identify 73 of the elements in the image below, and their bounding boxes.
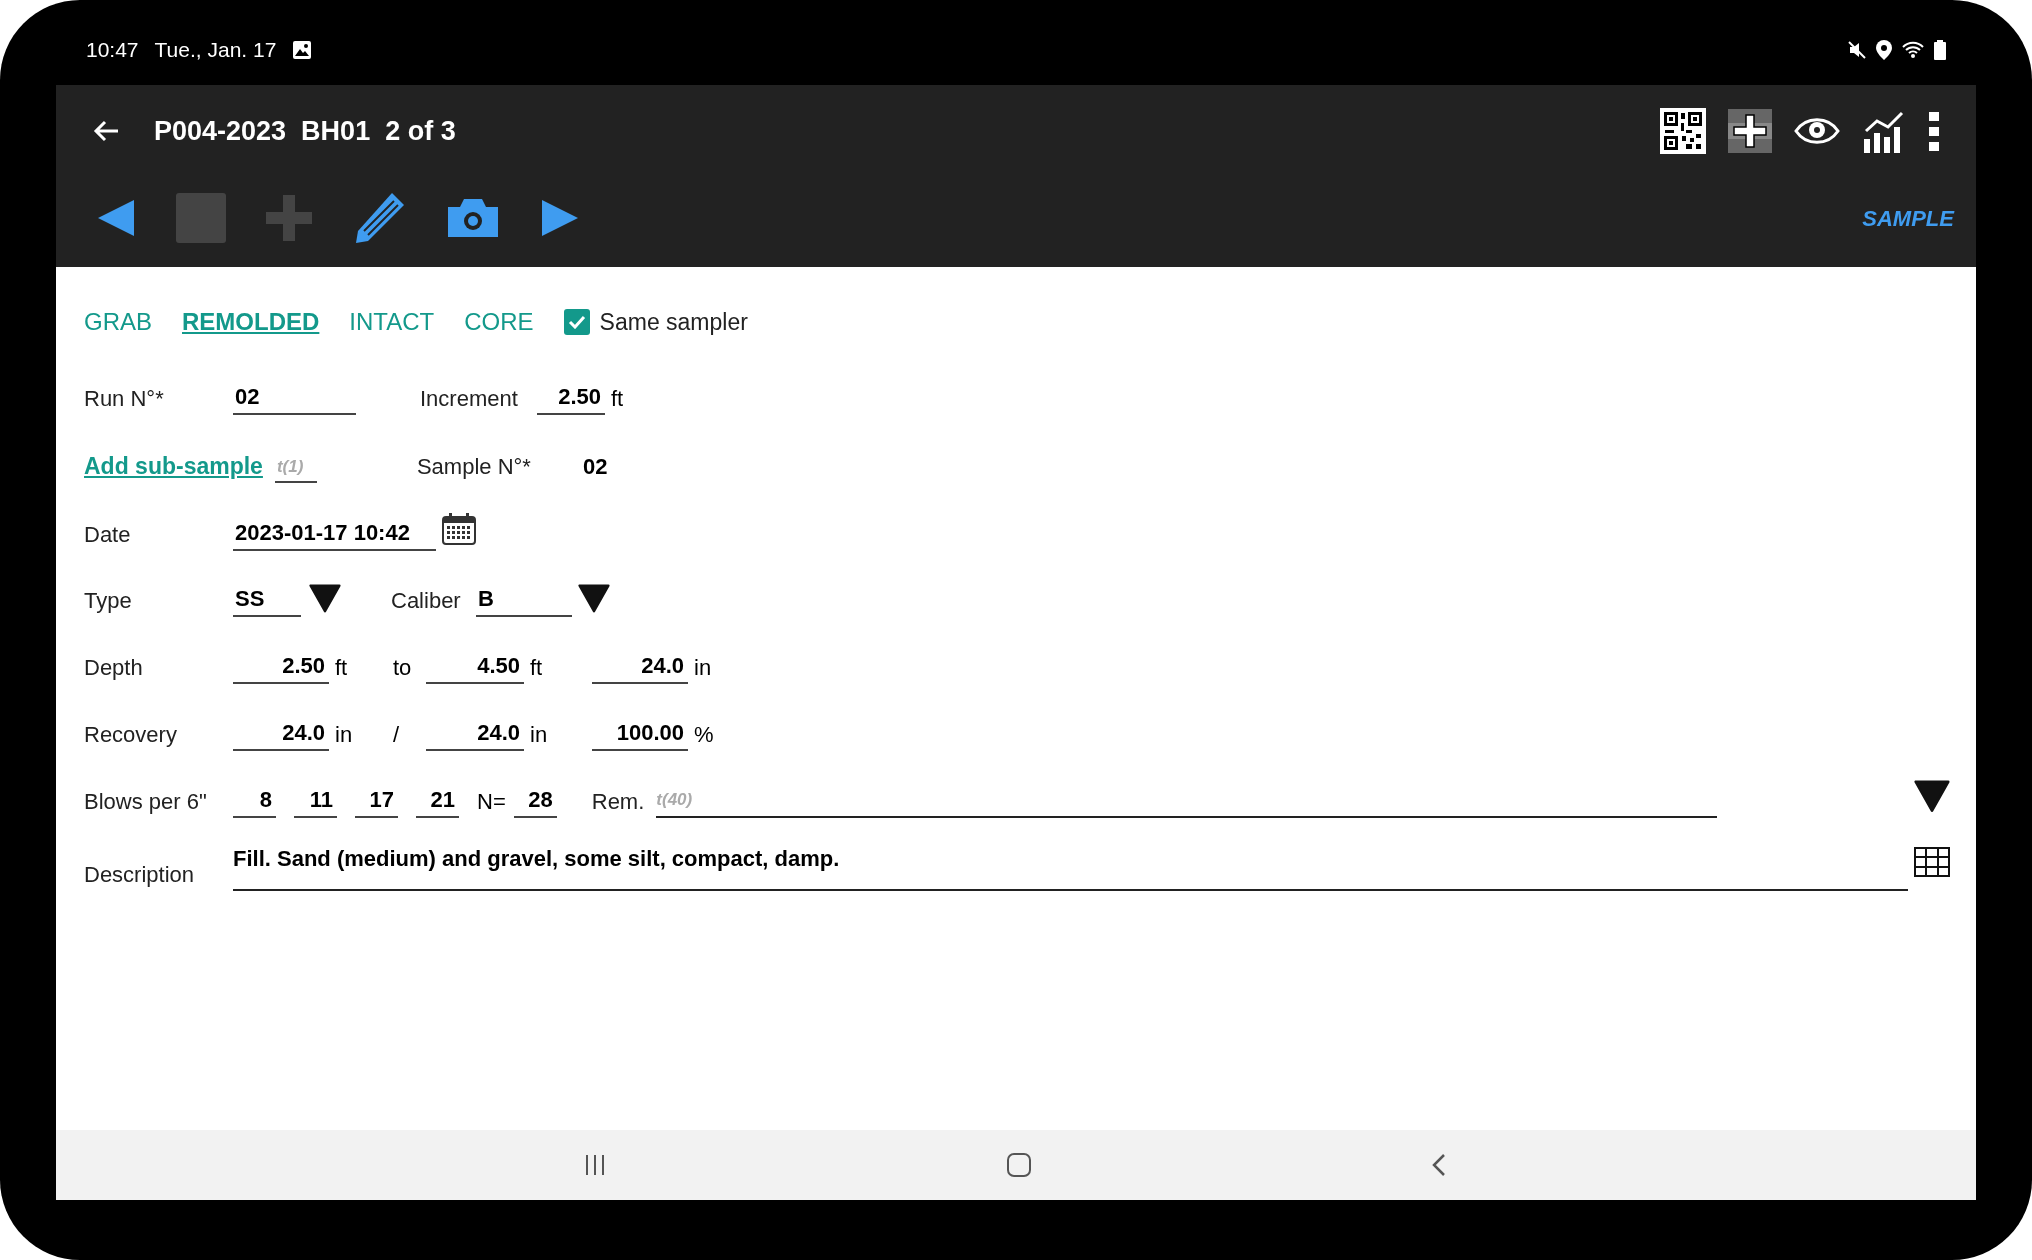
sample-type-tab[interactable]: CORE: [464, 304, 534, 340]
battery-icon: [1934, 39, 1946, 60]
chart-icon[interactable]: [1862, 109, 1906, 153]
blow-count-field[interactable]: 8: [233, 786, 276, 818]
back-arrow-icon[interactable]: [92, 119, 120, 143]
unit-label: ft: [335, 654, 348, 682]
unit-label: in: [335, 721, 353, 749]
add-sub-sample-link[interactable]: Add sub-sample: [84, 448, 263, 483]
run-number-field[interactable]: 02: [233, 383, 356, 415]
number-field[interactable]: 4.50: [426, 652, 524, 684]
unit-label: in: [694, 654, 712, 682]
location-icon: [1876, 39, 1892, 60]
description-field[interactable]: Fill. Sand (medium) and gravel, some silt, compact, damp.: [233, 842, 1908, 891]
sample-type-tab[interactable]: INTACT: [349, 304, 435, 340]
qr-code-icon[interactable]: [1660, 108, 1706, 154]
unit-label: ft: [530, 654, 543, 682]
recent-apps-icon[interactable]: [584, 1154, 606, 1176]
n-value-field[interactable]: 28: [513, 786, 557, 818]
status-date: Tue., Jan. 17: [154, 36, 277, 63]
ratio-separator: /: [393, 721, 401, 749]
caliber-dropdown[interactable]: B: [476, 585, 572, 617]
number-field[interactable]: 24.0: [426, 719, 524, 751]
image-icon: [292, 39, 313, 60]
field-label: Type: [84, 587, 133, 615]
add-icon[interactable]: [1728, 109, 1772, 153]
checkbox[interactable]: [563, 309, 590, 335]
field-label: Caliber: [391, 587, 462, 615]
mode-label: SAMPLE: [1862, 204, 1954, 233]
grid-icon[interactable]: [1914, 847, 1950, 877]
field-label: Depth: [84, 654, 144, 682]
number-field[interactable]: 2.50: [537, 383, 605, 415]
app-title: P004-2023 BH01 2 of 3: [154, 114, 456, 148]
number-field[interactable]: 24.0: [233, 719, 329, 751]
number-field[interactable]: 24.0: [592, 652, 688, 684]
number-field[interactable]: 100.00: [592, 719, 688, 751]
dropdown-arrow-icon[interactable]: [578, 584, 610, 613]
remark-label: Rem.: [591, 788, 645, 816]
blow-count-field[interactable]: 11: [294, 786, 337, 818]
mute-icon: [1848, 40, 1866, 59]
number-field[interactable]: 2.50: [233, 652, 329, 684]
checkmark-icon: [567, 315, 586, 329]
date-field[interactable]: 2023-01-17 10:42: [233, 519, 436, 551]
field-label: Recovery: [84, 721, 178, 749]
back-icon[interactable]: [1431, 1153, 1447, 1177]
dropdown-arrow-icon[interactable]: [1914, 779, 1950, 812]
unit-label: in: [530, 721, 548, 749]
calendar-icon[interactable]: [442, 513, 476, 545]
sample-type-tab[interactable]: GRAB: [84, 304, 152, 340]
field-label: Description: [84, 861, 196, 889]
eye-icon[interactable]: [1794, 116, 1840, 146]
wifi-icon: [1902, 40, 1924, 59]
unit-label: ft: [611, 385, 624, 413]
checkbox-label: Same sampler: [599, 307, 748, 337]
unit-label: %: [694, 721, 714, 749]
field-label: Run N°*: [84, 385, 165, 413]
home-icon[interactable]: [1007, 1153, 1031, 1177]
status-time: 10:47: [86, 36, 139, 63]
sample-type-tab[interactable]: REMOLDED: [182, 304, 320, 340]
next-icon[interactable]: [540, 198, 580, 238]
dropdown-arrow-icon[interactable]: [309, 584, 341, 613]
range-separator: to: [393, 654, 413, 682]
type-dropdown[interactable]: SS: [233, 585, 301, 617]
blow-count-field[interactable]: 17: [355, 786, 398, 818]
blow-count-field[interactable]: 21: [416, 786, 459, 818]
field-label: Date: [84, 521, 132, 549]
more-options-icon[interactable]: [1928, 111, 1940, 151]
field-label: Sample N°*: [416, 453, 532, 481]
sample-number: 02: [582, 453, 608, 481]
previous-icon[interactable]: [96, 198, 136, 238]
n-label: N=: [477, 788, 506, 816]
field-label: Blows per 6": [84, 788, 208, 816]
field-label: Increment: [420, 385, 519, 413]
camera-icon[interactable]: [446, 197, 500, 239]
